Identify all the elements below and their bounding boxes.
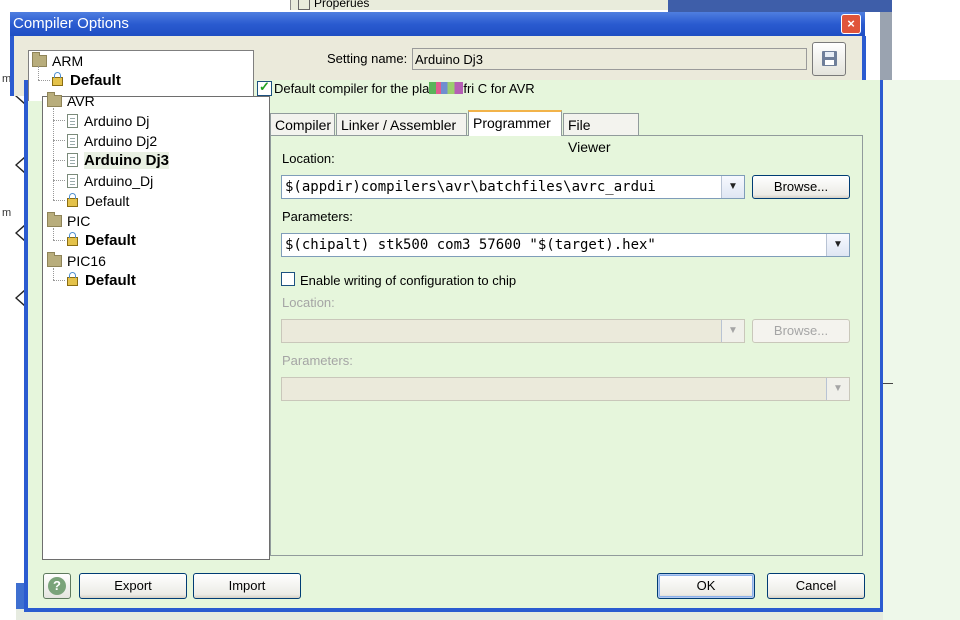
setting-name-label: Setting name: — [327, 51, 408, 66]
folder-icon — [47, 92, 62, 107]
folder-icon — [47, 252, 62, 267]
folder-icon — [32, 52, 47, 67]
floppy-disk-icon — [822, 51, 837, 66]
tab-file-viewer[interactable]: File Viewer — [563, 113, 639, 155]
close-button[interactable]: × — [841, 14, 861, 34]
location-value: $(appdir)compilers\avr\batchfiles\avrc_a… — [285, 179, 656, 195]
lock-icon — [52, 72, 63, 86]
document-icon — [67, 134, 78, 148]
tab-programmer[interactable]: Programmer — [468, 110, 562, 136]
document-icon — [67, 153, 78, 167]
lock-icon — [67, 272, 78, 286]
tab-compiler[interactable]: Compiler — [270, 113, 335, 135]
tree-connector — [53, 240, 65, 241]
location-combobox[interactable]: $(appdir)compilers\avr\batchfiles\avrc_a… — [281, 175, 745, 199]
default-compiler-label: Default compiler for the pla fri C for AV… — [274, 81, 535, 96]
tree-connector — [53, 180, 65, 181]
config-location-label: Location: — [282, 295, 335, 310]
ghost-divider — [883, 383, 893, 384]
tab-linker-assembler[interactable]: Linker / Assembler — [336, 113, 467, 135]
dialog-titlebar[interactable]: Compiler Options × — [10, 12, 865, 36]
config-location-combobox[interactable]: ▼ — [281, 319, 745, 343]
tree-item-arduino-dj2[interactable]: Arduino Dj2 — [67, 131, 157, 151]
tree-group-arm[interactable]: ARM — [32, 51, 83, 71]
tree-connector — [38, 80, 50, 81]
parameters-value: $(chipalt) stk500 com3 57600 "$(target).… — [285, 237, 656, 253]
document-icon — [67, 174, 78, 188]
tree-connector — [53, 200, 65, 201]
location-browse-button[interactable]: Browse... — [752, 175, 850, 199]
parameters-combobox[interactable]: $(chipalt) stk500 com3 57600 "$(target).… — [281, 233, 850, 257]
background-properties-label: Properues — [298, 0, 369, 10]
location-label: Location: — [282, 151, 335, 166]
tree-item-avr-default[interactable]: Default — [67, 191, 129, 211]
parameters-label: Parameters: — [282, 209, 353, 224]
chevron-down-icon[interactable]: ▼ — [826, 234, 849, 256]
render-glitch — [429, 82, 464, 94]
tree-connector — [53, 280, 65, 281]
tree-group-pic16[interactable]: PIC16 — [47, 251, 106, 271]
cancel-button[interactable]: Cancel — [767, 573, 865, 599]
config-browse-button[interactable]: Browse... — [752, 319, 850, 343]
tree-item-arduino-dj[interactable]: Arduino Dj — [67, 111, 149, 131]
tree-connector — [53, 140, 65, 141]
folder-icon — [47, 212, 62, 227]
chevron-down-icon[interactable]: ▼ — [721, 320, 744, 342]
dialog-title: Compiler Options — [13, 15, 129, 32]
enable-config-label: Enable writing of configuration to chip — [300, 273, 517, 288]
export-button[interactable]: Export — [79, 573, 187, 599]
lock-icon — [67, 193, 78, 207]
save-button[interactable] — [812, 42, 846, 76]
tree-group-avr[interactable]: AVR — [47, 91, 95, 111]
tree-connector — [53, 120, 65, 121]
import-button[interactable]: Import — [193, 573, 301, 599]
tree-item-arm-default[interactable]: Default — [52, 71, 121, 91]
config-parameters-label: Parameters: — [282, 353, 353, 368]
background-titlebar — [668, 0, 892, 12]
tree-group-pic[interactable]: PIC — [47, 211, 90, 231]
help-button[interactable]: ? — [43, 573, 71, 599]
tree-connector — [53, 160, 65, 161]
ghost-region — [883, 80, 960, 620]
background-fragment-text: m — [2, 207, 12, 219]
tree-item-arduino-dj-underscore[interactable]: Arduino_Dj — [67, 171, 153, 191]
tree-item-pic16-default[interactable]: Default — [67, 271, 136, 291]
ok-button[interactable]: OK — [657, 573, 755, 599]
chevron-down-icon[interactable]: ▼ — [826, 378, 849, 400]
tree-item-pic-default[interactable]: Default — [67, 231, 136, 251]
tree-connector — [53, 108, 54, 200]
setting-name-input[interactable]: Arduino Dj3 — [412, 48, 807, 70]
tree-connector — [38, 66, 39, 80]
help-icon: ? — [48, 577, 66, 595]
background-left-panel: m m — [0, 70, 26, 610]
checkmark-icon: ✓ — [259, 79, 270, 94]
default-compiler-checkbox[interactable]: ✓ — [257, 79, 272, 96]
lock-icon — [67, 232, 78, 246]
enable-config-checkbox[interactable] — [281, 272, 295, 286]
document-icon — [67, 114, 78, 128]
config-parameters-combobox[interactable]: ▼ — [281, 377, 850, 401]
properties-icon — [298, 0, 310, 10]
chevron-down-icon[interactable]: ▼ — [721, 176, 744, 198]
dialog-border-right — [862, 36, 866, 80]
tree-item-arduino-dj3[interactable]: Arduino Dj3 — [67, 151, 169, 171]
